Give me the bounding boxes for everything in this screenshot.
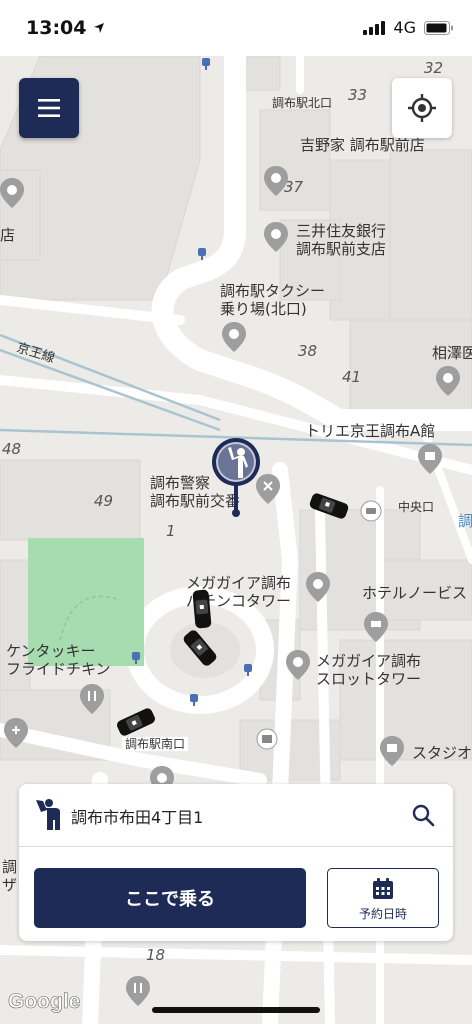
- menu-button[interactable]: [19, 78, 79, 138]
- block-number: 1: [166, 522, 176, 540]
- label-aizawa[interactable]: 相澤医: [432, 344, 472, 362]
- status-bar: 13:04 4G: [0, 0, 472, 56]
- location-arrow-icon: [94, 23, 105, 33]
- block-number: 32: [424, 59, 444, 77]
- bus-stop-icon: [202, 58, 210, 70]
- label-yoshinoya[interactable]: 吉野家 調布駅前店: [300, 136, 425, 154]
- google-logo: Google: [8, 990, 81, 1014]
- taxi-stop-icon: [360, 500, 382, 522]
- signal-icon: [363, 20, 386, 35]
- search-icon[interactable]: [411, 803, 435, 827]
- poi-pin-icon[interactable]: [222, 322, 246, 352]
- poi-pin-icon[interactable]: [364, 612, 388, 642]
- block-number: 33: [348, 86, 368, 104]
- pickup-panel: 調布市布田4丁目1 ここで乗る 予約日時: [19, 784, 453, 941]
- poi-pin-icon[interactable]: [126, 976, 150, 1006]
- person-hail-icon: [36, 799, 60, 830]
- block-number: 41: [342, 368, 362, 386]
- label-smbc[interactable]: 三井住友銀行 調布駅前支店: [296, 222, 386, 258]
- battery-icon: [424, 20, 453, 35]
- status-time-text: 13:04: [26, 17, 87, 39]
- label-edge-ten: 店: [0, 226, 16, 244]
- taxi-car-icon[interactable]: [306, 490, 352, 522]
- bus-stop-icon: [198, 248, 206, 260]
- label-kfc[interactable]: ケンタッキー フライドチキン: [6, 642, 111, 678]
- label-hotel[interactable]: ホテルノービス: [362, 584, 467, 602]
- label-station-north: 調布駅北口: [272, 96, 333, 110]
- poi-pin-icon[interactable]: [380, 736, 404, 766]
- label-edge-cho-za: 調 ザ: [2, 858, 18, 894]
- current-location-button[interactable]: [392, 78, 452, 138]
- label-chuo-exit: 中央口: [398, 500, 435, 514]
- poi-pin-icon[interactable]: [418, 444, 442, 474]
- reserve-label: 予約日時: [358, 907, 407, 921]
- bus-stop-icon: [244, 664, 252, 676]
- label-studio[interactable]: スタジオ: [412, 744, 472, 762]
- poi-pin-icon[interactable]: [286, 650, 310, 680]
- network-label: 4G: [393, 18, 416, 37]
- parking-icon: [256, 728, 278, 750]
- poi-pin-icon[interactable]: [264, 222, 288, 252]
- pickup-location-pin-icon[interactable]: [208, 438, 264, 518]
- home-indicator[interactable]: [152, 1007, 320, 1013]
- label-taxi-stand[interactable]: 調布駅タクシー 乗り場(北口): [220, 282, 325, 318]
- poi-pin-icon[interactable]: [80, 684, 104, 714]
- taxi-car-icon[interactable]: [178, 626, 222, 670]
- poi-pin-icon[interactable]: [436, 366, 460, 396]
- status-right: 4G: [363, 18, 454, 37]
- bus-stop-icon: [132, 652, 140, 664]
- crosshair-icon: [408, 94, 436, 122]
- poi-pin-icon[interactable]: [0, 178, 24, 208]
- block-number: 48: [2, 440, 22, 458]
- block-number: 49: [94, 492, 114, 510]
- block-number: 18: [146, 946, 166, 964]
- address-text: 調布市布田4丁目1: [71, 808, 204, 827]
- label-torie[interactable]: トリエ京王調布A館: [305, 422, 435, 440]
- reserve-datetime-button[interactable]: 予約日時: [327, 868, 439, 928]
- poi-pin-icon[interactable]: [264, 166, 288, 196]
- hamburger-menu-icon: [38, 99, 60, 117]
- label-megagaia-slot[interactable]: メガガイア調布 スロットタワー: [316, 652, 421, 688]
- poi-pin-icon[interactable]: [4, 718, 28, 748]
- poi-pin-icon[interactable]: [306, 572, 330, 602]
- block-number: 38: [298, 342, 318, 360]
- calendar-icon: [373, 878, 393, 899]
- label-edge-cho: 調: [458, 512, 472, 530]
- status-time: 13:04: [26, 17, 105, 39]
- taxi-car-icon[interactable]: [112, 704, 160, 740]
- bus-stop-icon: [190, 694, 198, 706]
- ride-here-button[interactable]: ここで乗る: [34, 868, 306, 928]
- address-row[interactable]: 調布市布田4丁目1: [19, 784, 453, 847]
